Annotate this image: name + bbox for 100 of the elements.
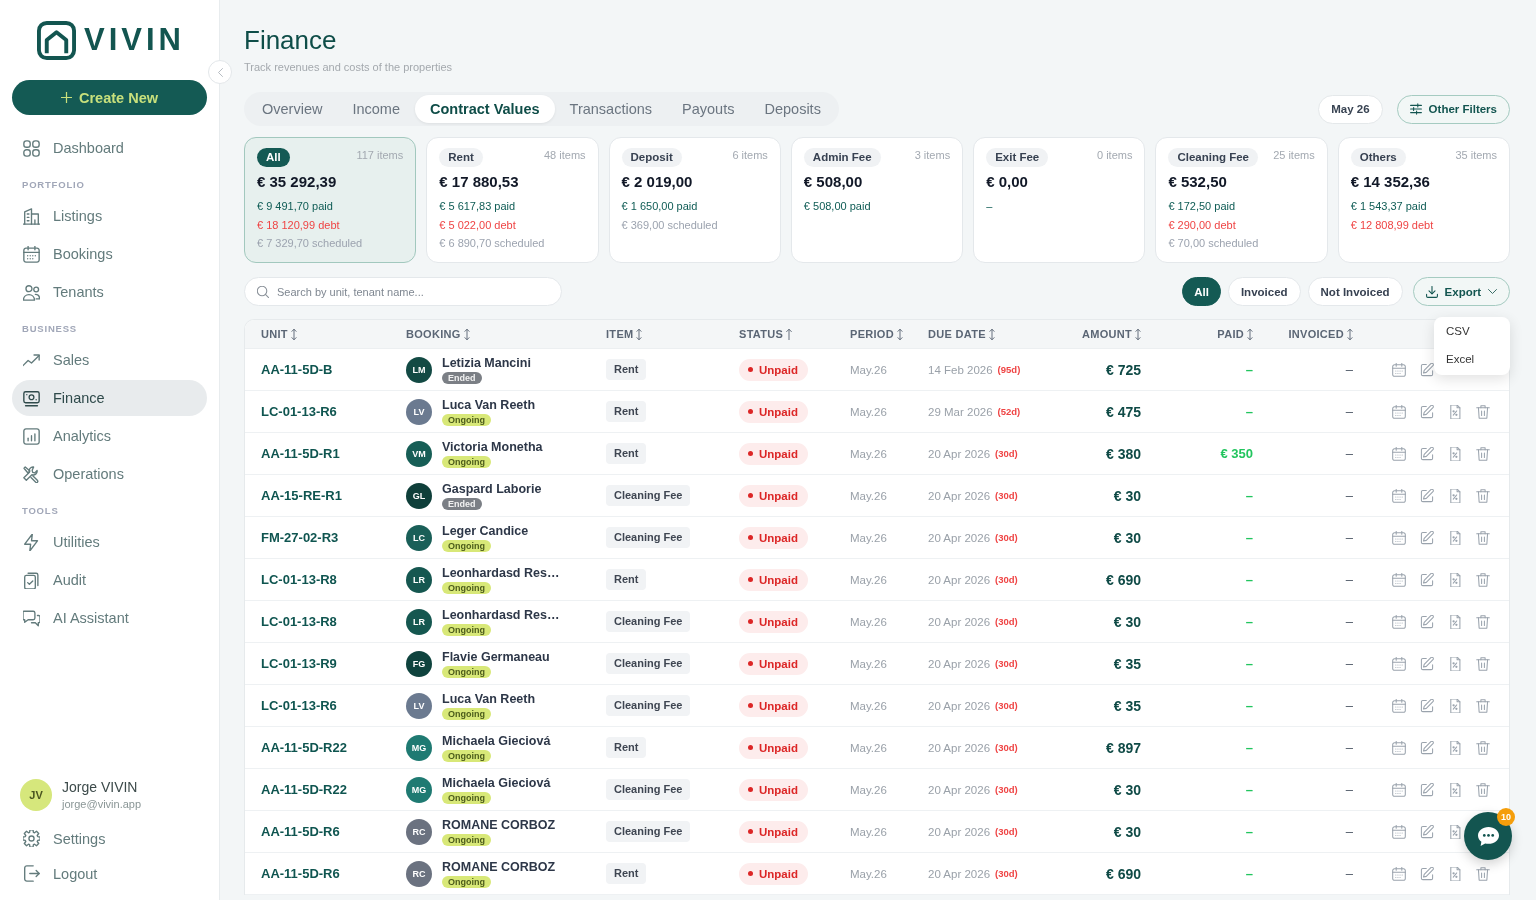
nav-item[interactable]: Sales <box>12 342 207 378</box>
unit-code[interactable]: LC-01-13-R6 <box>261 698 337 713</box>
document-icon[interactable] <box>1448 782 1462 797</box>
tenant-name[interactable]: Michaela Gieciová <box>442 733 551 749</box>
document-icon[interactable] <box>1448 404 1462 419</box>
document-icon[interactable] <box>1448 530 1462 545</box>
nav-item[interactable]: Listings <box>12 198 207 234</box>
nav-item[interactable]: AI Assistant <box>12 600 207 636</box>
tab[interactable]: Deposits <box>749 95 836 123</box>
document-icon[interactable] <box>1448 740 1462 755</box>
unit-code[interactable]: FM-27-02-R3 <box>261 530 339 545</box>
edit-icon[interactable] <box>1420 572 1434 587</box>
summary-card[interactable]: Exit Fee 0 items € 0,00 – <box>973 137 1146 263</box>
export-button[interactable]: Export <box>1412 277 1510 306</box>
unit-code[interactable]: AA-11-5D-B <box>261 362 333 377</box>
document-icon[interactable] <box>1448 446 1462 461</box>
unit-code[interactable]: AA-11-5D-R6 <box>261 824 340 839</box>
unit-code[interactable]: AA-11-5D-R1 <box>261 446 340 461</box>
calendar-icon[interactable] <box>1392 362 1406 377</box>
nav-item[interactable]: Settings <box>12 821 207 856</box>
tenant-name[interactable]: Gaspard Laborie <box>442 481 542 497</box>
filters-button[interactable]: Other Filters <box>1396 94 1510 124</box>
summary-card[interactable]: Deposit 6 items € 2 019,00 € 1 650,00 paid € 369,00 scheduled <box>608 137 781 263</box>
nav-item[interactable]: Logout <box>12 856 207 891</box>
summary-card[interactable]: Others 35 items € 14 352,36 € 1 543,37 paid € 12 808,99 debt <box>1337 137 1510 263</box>
nav-item[interactable]: Audit <box>12 562 207 598</box>
edit-icon[interactable] <box>1420 404 1434 419</box>
tenant-name[interactable]: Luca Van Reeth <box>442 691 536 707</box>
document-icon[interactable] <box>1448 698 1462 713</box>
column-header[interactable]: PERIOD <box>850 328 903 340</box>
unit-code[interactable]: AA-15-RE-R1 <box>261 488 342 503</box>
column-header[interactable]: ITEM <box>606 328 643 340</box>
column-header[interactable]: UNIT <box>261 328 297 340</box>
trash-icon[interactable] <box>1476 866 1490 881</box>
document-icon[interactable] <box>1448 824 1462 839</box>
filter-chip[interactable]: Invoiced <box>1227 277 1301 306</box>
search-field[interactable]: Search by unit, tenant name... <box>244 277 562 306</box>
calendar-icon[interactable] <box>1392 656 1406 671</box>
column-header[interactable]: BOOKING <box>406 328 470 340</box>
document-icon[interactable] <box>1448 656 1462 671</box>
edit-icon[interactable] <box>1420 824 1434 839</box>
edit-icon[interactable] <box>1420 740 1434 755</box>
tab[interactable]: Overview <box>247 95 338 123</box>
unit-code[interactable]: LC-01-13-R6 <box>261 404 337 419</box>
nav-item[interactable]: Bookings <box>12 236 207 272</box>
edit-icon[interactable] <box>1420 782 1434 797</box>
summary-card[interactable]: Cleaning Fee 25 items € 532,50 € 172,50 paid € 290,00 debt € 70,00 scheduled <box>1155 137 1328 263</box>
column-header[interactable]: AMOUNT <box>1081 328 1141 340</box>
calendar-icon[interactable] <box>1392 488 1406 503</box>
unit-code[interactable]: AA-11-5D-R22 <box>261 782 347 797</box>
trash-icon[interactable] <box>1476 614 1490 629</box>
calendar-icon[interactable] <box>1392 740 1406 755</box>
trash-icon[interactable] <box>1476 530 1490 545</box>
nav-item[interactable]: Tenants <box>12 274 207 310</box>
summary-card[interactable]: Admin Fee 3 items € 508,00 € 508,00 paid <box>790 137 964 263</box>
nav-item[interactable]: Utilities <box>12 524 207 560</box>
edit-icon[interactable] <box>1420 656 1434 671</box>
filter-chip[interactable]: Not Invoiced <box>1307 277 1403 306</box>
trash-icon[interactable] <box>1476 446 1490 461</box>
calendar-icon[interactable] <box>1392 530 1406 545</box>
tenant-name[interactable]: ROMANE CORBOZ <box>442 859 556 875</box>
tenant-name[interactable]: Michaela Gieciová <box>442 775 551 791</box>
edit-icon[interactable] <box>1420 866 1434 881</box>
tenant-name[interactable]: ROMANE CORBOZ <box>442 817 556 833</box>
tenant-name[interactable]: Victoria Monetha <box>442 439 543 455</box>
unit-code[interactable]: AA-11-5D-R6 <box>261 866 340 881</box>
document-icon[interactable] <box>1448 614 1462 629</box>
edit-icon[interactable] <box>1420 488 1434 503</box>
calendar-icon[interactable] <box>1392 614 1406 629</box>
summary-card[interactable]: All 117 items € 35 292,39 € 9 491,70 paid € 18 120,99 debt € 7 329,70 scheduled <box>244 137 417 263</box>
column-header[interactable]: DUE DATE <box>928 328 995 340</box>
document-icon[interactable] <box>1448 866 1462 881</box>
tab[interactable]: Payouts <box>667 95 750 123</box>
calendar-icon[interactable] <box>1392 572 1406 587</box>
nav-item[interactable]: Operations <box>12 456 207 492</box>
tenant-name[interactable]: Leonhardasd Res… <box>442 565 560 581</box>
nav-item[interactable]: Dashboard <box>12 130 207 166</box>
edit-icon[interactable] <box>1420 614 1434 629</box>
calendar-icon[interactable] <box>1392 824 1406 839</box>
calendar-icon[interactable] <box>1392 698 1406 713</box>
column-header[interactable]: INVOICED <box>1288 328 1353 340</box>
create-new-button[interactable]: Create New <box>12 80 207 115</box>
trash-icon[interactable] <box>1476 782 1490 797</box>
filter-chip[interactable]: All <box>1182 277 1221 306</box>
column-header[interactable]: PAID <box>1217 328 1253 340</box>
period-button[interactable]: May 26 <box>1318 94 1383 124</box>
trash-icon[interactable] <box>1476 572 1490 587</box>
trash-icon[interactable] <box>1476 740 1490 755</box>
document-icon[interactable] <box>1448 488 1462 503</box>
menu-item[interactable]: Excel <box>1434 345 1510 373</box>
tenant-name[interactable]: Letizia Mancini <box>442 355 531 371</box>
unit-code[interactable]: LC-01-13-R8 <box>261 572 337 587</box>
tenant-name[interactable]: Flavie Germaneau <box>442 649 550 665</box>
collapse-button[interactable] <box>208 60 232 84</box>
nav-item[interactable]: Finance <box>12 380 207 416</box>
tenant-name[interactable]: Leger Candice <box>442 523 529 539</box>
trash-icon[interactable] <box>1476 404 1490 419</box>
calendar-icon[interactable] <box>1392 866 1406 881</box>
calendar-icon[interactable] <box>1392 404 1406 419</box>
summary-card[interactable]: Rent 48 items € 17 880,53 € 5 617,83 paid € 5 022,00 debt € 6 890,70 scheduled <box>426 137 599 263</box>
